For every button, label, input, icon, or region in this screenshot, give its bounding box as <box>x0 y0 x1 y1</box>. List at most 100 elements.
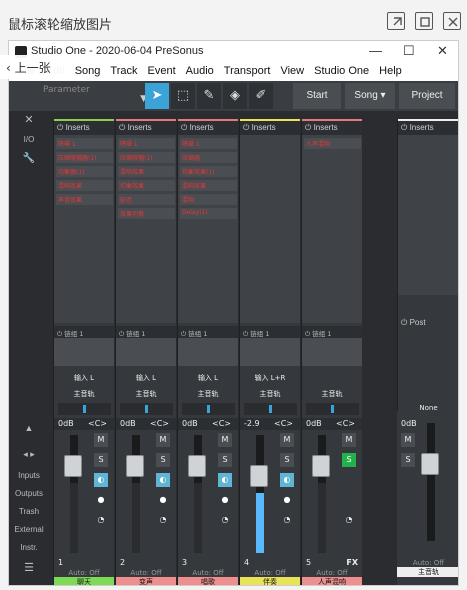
send-slot[interactable]: ⏻ 链组 1 <box>54 326 114 338</box>
monitor-button[interactable]: ◐ <box>280 473 294 487</box>
pencil-tool-icon[interactable]: ✎ <box>197 83 221 109</box>
insert-plugin[interactable]: 均衡效果 <box>118 180 175 191</box>
mute-button[interactable]: M <box>218 433 232 447</box>
mute-button[interactable]: M <box>94 433 108 447</box>
menu-item[interactable]: Track <box>105 63 142 81</box>
menu-item[interactable]: Help <box>374 63 407 81</box>
channel-name[interactable]: 人声混响 <box>302 577 362 585</box>
automation-knob-icon[interactable]: ◔ <box>156 513 170 527</box>
close-app-icon[interactable]: ✕ <box>437 43 448 59</box>
insert-plugin[interactable]: 混响效果 <box>118 166 175 177</box>
channel-output[interactable]: 主音轨 <box>302 389 362 401</box>
expand-up-icon[interactable]: ▲ <box>9 423 49 433</box>
inserts-header[interactable]: ⏻ Inserts <box>54 121 114 135</box>
mute-button[interactable]: M <box>280 433 294 447</box>
record-arm-button[interactable]: ● <box>94 493 108 507</box>
instr-button[interactable]: Instr. <box>9 543 49 552</box>
channel-name[interactable]: 变声 <box>116 577 176 585</box>
insert-plugin[interactable]: Delay(1) <box>180 208 237 219</box>
insert-plugin[interactable]: 混响效果 <box>56 180 113 191</box>
minimize-icon[interactable]: — <box>369 43 382 58</box>
maximize-icon[interactable]: ☐ <box>403 43 415 59</box>
send-slot[interactable]: ⏻ 链组 1 <box>116 326 176 338</box>
send-slot[interactable]: ⏻ 链组 1 <box>302 326 362 338</box>
solo-button[interactable]: S <box>156 453 170 467</box>
insert-plugin[interactable]: 压缩限幅(1) <box>118 152 175 163</box>
pan-value[interactable]: <C> <box>212 419 231 428</box>
close-icon[interactable] <box>443 12 461 30</box>
channel-input[interactable]: 输入 L <box>116 373 176 385</box>
insert-plugin[interactable]: 效果切换 <box>118 208 175 219</box>
automation-knob-icon[interactable]: ◔ <box>94 513 108 527</box>
insert-plugin[interactable]: 均衡器(1) <box>56 166 113 177</box>
insert-plugin[interactable]: 混响 <box>180 194 237 205</box>
channel-output[interactable]: 主音轨 <box>240 389 300 401</box>
inserts-header[interactable]: ⏻ Inserts <box>302 121 362 135</box>
menu-item[interactable]: Audio <box>181 63 219 81</box>
solo-button[interactable]: S <box>342 453 356 467</box>
pan-slider[interactable] <box>120 403 173 415</box>
mute-button[interactable]: M <box>401 433 415 447</box>
solo-button[interactable]: S <box>280 453 294 467</box>
pan-slider[interactable] <box>182 403 235 415</box>
menu-item[interactable]: Studio One <box>309 63 374 81</box>
project-button[interactable]: Project <box>399 83 455 109</box>
insert-plugin[interactable]: 均衡效果(1) <box>180 166 237 177</box>
record-arm-button[interactable]: ● <box>280 493 294 507</box>
previous-image-button[interactable]: ‹ 上一张 <box>0 55 70 79</box>
pan-slider[interactable] <box>58 403 111 415</box>
trash-button[interactable]: Trash <box>9 507 49 516</box>
volume-fader[interactable] <box>126 455 144 477</box>
channel-output[interactable]: 主音轨 <box>116 389 176 401</box>
insert-plugin[interactable]: 压缩器 <box>180 152 237 163</box>
insert-plugin[interactable]: 混响效果 <box>180 180 237 191</box>
gain-value[interactable]: 0dB <box>182 419 198 428</box>
record-arm-button[interactable]: ● <box>218 493 232 507</box>
inserts-header[interactable]: ⏻ Inserts <box>178 121 238 135</box>
master-fader[interactable] <box>421 453 439 475</box>
automation-knob-icon[interactable]: ◔ <box>342 513 356 527</box>
inputs-button[interactable]: Inputs <box>9 471 49 480</box>
channel-input[interactable]: 输入 L <box>54 373 114 385</box>
monitor-button[interactable]: ◐ <box>218 473 232 487</box>
volume-fader[interactable] <box>312 455 330 477</box>
insert-plugin[interactable]: 降噪 1 <box>118 138 175 149</box>
automation-mode[interactable]: Auto: Off <box>397 559 458 567</box>
monitor-button[interactable]: ◐ <box>156 473 170 487</box>
inserts-header[interactable]: ⏻ Inserts <box>240 121 300 135</box>
io-button[interactable]: I/O <box>9 135 49 144</box>
menu-item[interactable]: View <box>275 63 309 81</box>
gain-value[interactable]: 0dB <box>120 419 136 428</box>
gain-value[interactable]: 0dB <box>306 419 322 428</box>
inserts-header[interactable]: ⏻ Inserts <box>398 121 458 135</box>
pan-value[interactable]: <C> <box>150 419 169 428</box>
pan-slider[interactable] <box>306 403 359 415</box>
solo-button[interactable]: S <box>218 453 232 467</box>
send-slot[interactable]: ⏻ 链组 1 <box>240 326 300 338</box>
external-button[interactable]: External <box>9 525 49 534</box>
insert-plugin[interactable]: 人声混响 <box>304 138 361 149</box>
channel-name[interactable]: 聊天 <box>54 577 114 585</box>
channel-output[interactable]: 主音轨 <box>178 389 238 401</box>
channel-name[interactable]: 伴奏 <box>240 577 300 585</box>
master-gain[interactable]: 0dB <box>401 419 417 428</box>
volume-fader[interactable] <box>250 465 268 487</box>
automation-knob-icon[interactable]: ◔ <box>280 513 294 527</box>
wrench-icon[interactable]: 🔧 <box>9 153 49 164</box>
parameter-field[interactable]: Parameter ▼ <box>39 83 149 109</box>
channel-name[interactable]: 唱歌 <box>178 577 238 585</box>
channel-input[interactable]: 输入 L <box>178 373 238 385</box>
menu-item[interactable]: Song <box>70 63 106 81</box>
menu-item[interactable]: Transport <box>219 63 276 81</box>
close-panel-icon[interactable]: ✕ <box>9 113 49 126</box>
fit-window-icon[interactable] <box>415 12 433 30</box>
insert-plugin[interactable]: 延迟 <box>118 194 175 205</box>
pan-value[interactable]: <C> <box>88 419 107 428</box>
menu-item[interactable]: Event <box>143 63 181 81</box>
insert-plugin[interactable]: 降噪 1 <box>180 138 237 149</box>
insert-plugin[interactable]: 压缩限幅器(1) <box>56 152 113 163</box>
pan-value[interactable]: <C> <box>336 419 355 428</box>
mute-button[interactable]: M <box>156 433 170 447</box>
range-tool-icon[interactable]: ⬚ <box>171 83 195 109</box>
start-button[interactable]: Start <box>293 83 341 109</box>
